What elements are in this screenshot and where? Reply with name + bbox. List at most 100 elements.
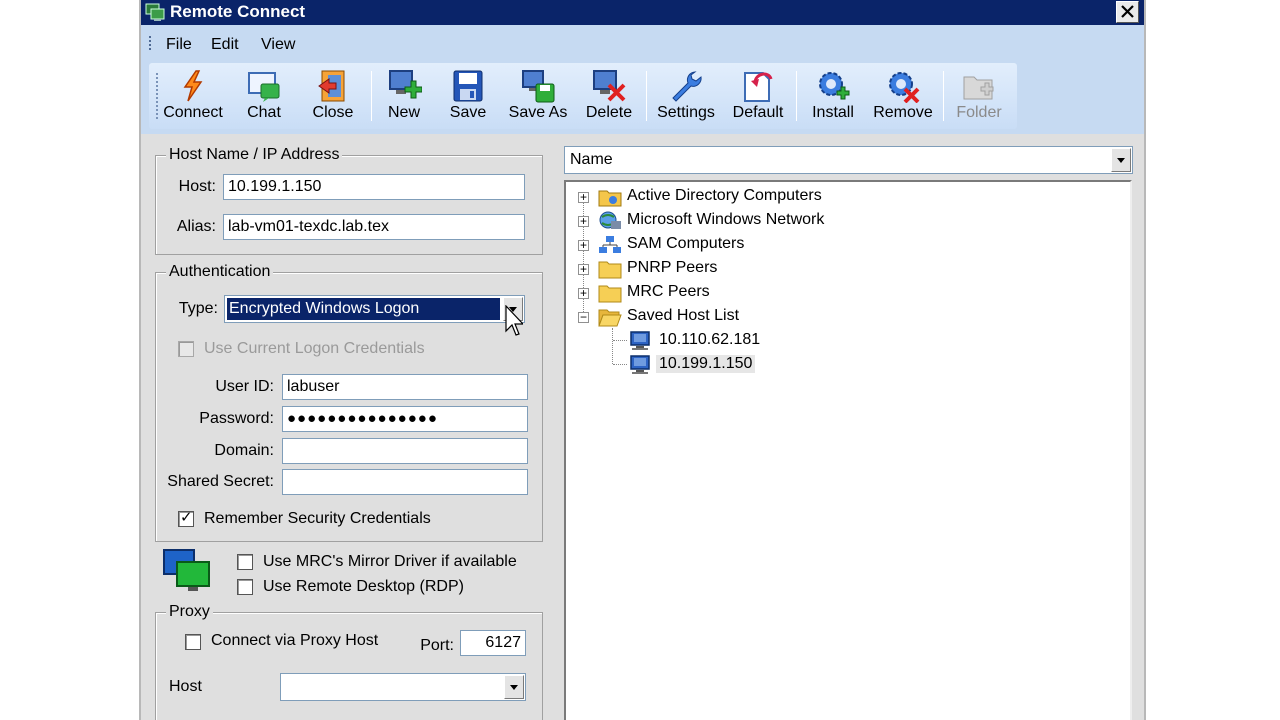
- use-current-credentials-checkbox[interactable]: [178, 341, 194, 357]
- tree-item-label: SAM Computers: [627, 235, 745, 252]
- remember-credentials-checkbox[interactable]: ✓: [178, 509, 194, 527]
- remove-button[interactable]: Remove: [869, 69, 937, 127]
- save-as-button[interactable]: Save As: [503, 69, 573, 127]
- folder-add-icon: [963, 76, 994, 100]
- collapse-icon[interactable]: −: [578, 310, 589, 324]
- authentication-group: Authentication Type: Encrypted Windows L…: [155, 263, 543, 542]
- menu-edit[interactable]: Edit: [211, 36, 239, 54]
- save-label: Save: [449, 104, 487, 121]
- userid-input[interactable]: labuser: [282, 374, 528, 400]
- folder-button[interactable]: Folder: [947, 69, 1011, 127]
- toolbar-separator: [943, 71, 944, 121]
- port-input[interactable]: 6127: [460, 630, 526, 656]
- expand-icon[interactable]: +: [578, 238, 589, 252]
- tree-item-selected[interactable]: 10.199.1.150: [628, 354, 928, 376]
- mirror-driver-label: Use MRC's Mirror Driver if available: [263, 553, 517, 570]
- tree-connector: [613, 364, 627, 365]
- tree-item[interactable]: + PNRP Peers: [578, 258, 978, 280]
- tree-item[interactable]: 10.110.62.181: [628, 330, 928, 352]
- close-window-button[interactable]: [1116, 1, 1139, 23]
- install-button[interactable]: Install: [801, 69, 865, 127]
- type-label: Type:: [178, 300, 218, 317]
- connect-label: Connect: [163, 104, 223, 121]
- new-computer-icon: [389, 70, 422, 99]
- gear-add-icon: [819, 72, 850, 100]
- rdp-checkbox[interactable]: [237, 579, 253, 595]
- floppy-icon: [453, 70, 483, 102]
- host-label: Host:: [178, 178, 216, 195]
- close-icon: [1121, 5, 1134, 18]
- rdp-label: Use Remote Desktop (RDP): [263, 578, 464, 595]
- install-label: Install: [812, 104, 854, 121]
- remote-connect-window: Remote Connect File Edit View Connect Ch…: [139, 0, 1146, 720]
- menu-grip[interactable]: [149, 36, 151, 50]
- shared-secret-label: Shared Secret:: [167, 473, 274, 490]
- expand-icon[interactable]: +: [578, 262, 589, 276]
- host-input[interactable]: 10.199.1.150: [223, 174, 525, 200]
- default-button[interactable]: Default: [725, 69, 791, 127]
- new-button[interactable]: New: [375, 69, 433, 127]
- save-as-icon: [522, 70, 555, 103]
- password-label: Password:: [199, 410, 274, 427]
- expand-icon[interactable]: +: [578, 286, 589, 300]
- domain-input[interactable]: [282, 438, 528, 464]
- mirror-driver-checkbox[interactable]: [237, 554, 253, 570]
- menu-file[interactable]: File: [166, 36, 192, 54]
- chevron-down-icon[interactable]: [504, 675, 524, 699]
- tree-item-label: Microsoft Windows Network: [627, 211, 825, 228]
- chat-button[interactable]: Chat: [231, 69, 297, 127]
- tree-item[interactable]: + MRC Peers: [578, 282, 978, 304]
- delete-button[interactable]: Delete: [577, 69, 641, 127]
- lightning-icon: [183, 70, 203, 102]
- title-bar[interactable]: Remote Connect: [141, 0, 1144, 25]
- host-group-title: Host Name / IP Address: [166, 146, 343, 164]
- proxy-checkbox[interactable]: [185, 634, 201, 650]
- chat-icon: [248, 72, 280, 102]
- column-select[interactable]: Name: [564, 146, 1133, 174]
- tree-connector: [612, 328, 613, 364]
- app-icon: [145, 3, 165, 21]
- shared-secret-input[interactable]: [282, 469, 528, 495]
- save-button[interactable]: Save: [439, 69, 497, 127]
- menu-view[interactable]: View: [261, 36, 295, 54]
- save-as-label: Save As: [508, 104, 568, 121]
- column-select-value: Name: [570, 151, 613, 168]
- wrench-icon: [672, 71, 702, 102]
- default-icon: [744, 72, 773, 102]
- host-tree[interactable]: + Active Directory Computers + Microsoft…: [564, 180, 1132, 720]
- tree-item[interactable]: + Microsoft Windows Network: [578, 210, 978, 232]
- alias-input[interactable]: lab-vm01-texdc.lab.tex: [223, 214, 525, 240]
- chevron-down-icon[interactable]: [1111, 148, 1131, 172]
- proxy-host-select[interactable]: [280, 673, 526, 701]
- folder-icon: [598, 261, 622, 279]
- close-label: Close: [312, 104, 354, 121]
- proxy-label: Connect via Proxy Host: [211, 632, 379, 649]
- close-door-icon: [318, 70, 345, 102]
- expand-icon[interactable]: +: [578, 214, 589, 228]
- proxy-host-label: Host: [169, 678, 202, 695]
- settings-button[interactable]: Settings: [651, 69, 721, 127]
- menu-and-toolbar-area: File Edit View Connect Chat Close New Sa…: [141, 25, 1144, 134]
- connect-button[interactable]: Connect: [159, 69, 227, 127]
- password-input[interactable]: ●●●●●●●●●●●●●●●: [282, 406, 528, 432]
- proxy-group: Proxy Connect via Proxy Host Port: 6127 …: [155, 603, 543, 720]
- toolbar-grip[interactable]: [156, 73, 158, 121]
- expand-icon[interactable]: +: [578, 190, 589, 204]
- proxy-group-title: Proxy: [166, 603, 213, 621]
- remove-label: Remove: [873, 104, 933, 121]
- auth-type-select[interactable]: Encrypted Windows Logon: [224, 295, 525, 323]
- toolbar-separator: [796, 71, 797, 121]
- tree-connector: [613, 340, 627, 341]
- window-title: Remote Connect: [170, 2, 306, 21]
- close-button[interactable]: Close: [301, 69, 365, 127]
- tree-item[interactable]: + Active Directory Computers: [578, 186, 978, 208]
- host-group: Host Name / IP Address Host: 10.199.1.15…: [155, 146, 543, 255]
- toolbar: Connect Chat Close New Save Save As Dele…: [149, 63, 1017, 129]
- new-label: New: [387, 104, 420, 121]
- tree-item[interactable]: + SAM Computers: [578, 234, 978, 256]
- active-directory-icon: [598, 190, 622, 207]
- folder-icon: [598, 285, 622, 303]
- tree-item[interactable]: − Saved Host List: [578, 306, 978, 328]
- tree-item-label: Saved Host List: [627, 307, 740, 324]
- computer-icon: [630, 331, 650, 350]
